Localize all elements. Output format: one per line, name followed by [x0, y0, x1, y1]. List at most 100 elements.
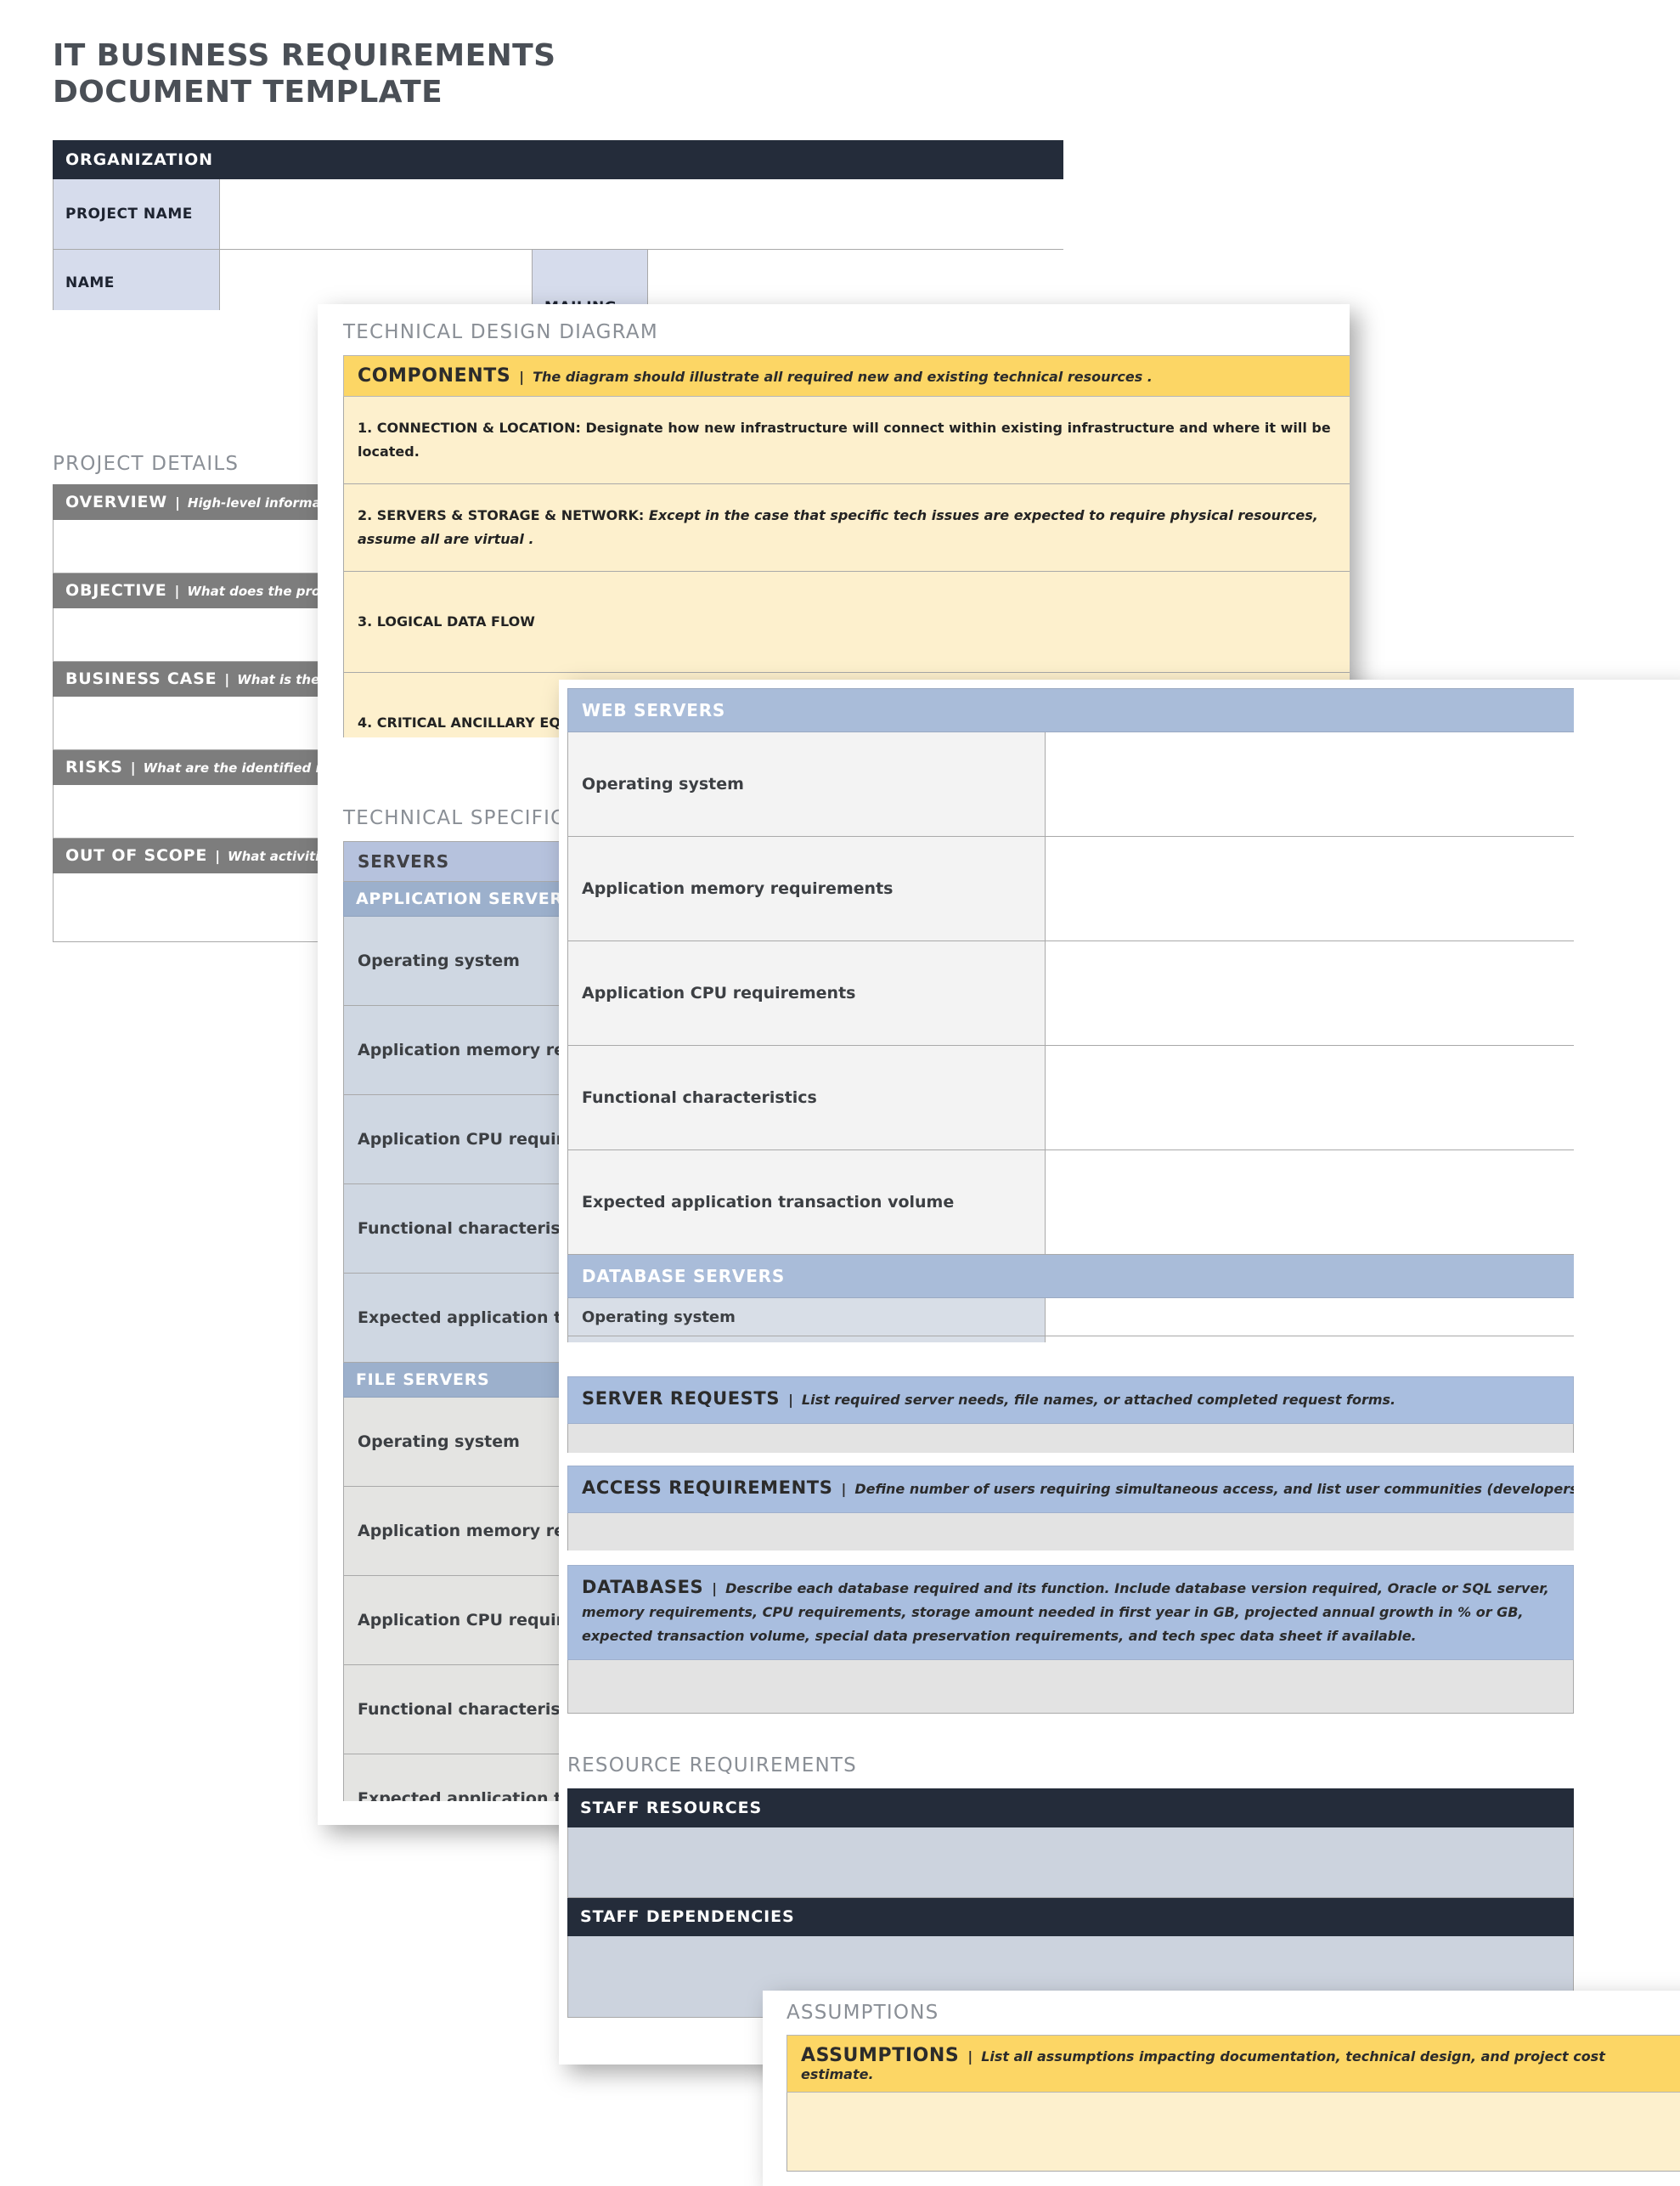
- databases-header: DATABASES|Describe each database require…: [568, 1566, 1574, 1660]
- web-server-row-value[interactable]: [1046, 1046, 1575, 1150]
- web-database-servers-table: WEB SERVERS Operating system Application…: [567, 688, 1574, 1342]
- assumptions-input[interactable]: [787, 2093, 1680, 2172]
- access-requirements-input[interactable]: [568, 1513, 1575, 1551]
- objective-label: OBJECTIVE: [65, 581, 167, 600]
- business-case-label: BUSINESS CASE: [65, 669, 217, 688]
- web-servers-header: WEB SERVERS: [568, 689, 1575, 732]
- mailing-address-input[interactable]: [648, 250, 1064, 311]
- separator: |: [123, 760, 144, 776]
- separator: |: [167, 583, 188, 599]
- risks-label: RISKS: [65, 758, 123, 777]
- assumptions-band: ASSUMPTIONS|List all assumptions impacti…: [787, 2036, 1680, 2093]
- project-name-label: PROJECT NAME: [54, 179, 220, 250]
- assumptions-heading: ASSUMPTIONS: [786, 2002, 939, 2024]
- table-row: NAME MAILING ADDRESS: [54, 250, 1064, 311]
- web-server-row-value[interactable]: [1046, 941, 1575, 1046]
- component-item-2-strong: 2. SERVERS & STORAGE & NETWORK:: [358, 507, 644, 523]
- access-requirements-label: ACCESS REQUIREMENTS: [582, 1477, 832, 1498]
- table-row: 3. LOGICAL DATA FLOW: [344, 572, 1350, 673]
- mailing-address-label: MAILING ADDRESS: [533, 250, 648, 311]
- component-item-3-strong: 3. LOGICAL DATA FLOW: [358, 613, 535, 630]
- table-row: 2. SERVERS & STORAGE & NETWORK: Except i…: [344, 484, 1350, 572]
- table-row: [568, 1660, 1574, 1714]
- table-row: ACCESS REQUIREMENTS|Define number of use…: [568, 1466, 1575, 1513]
- db-server-row-label: Application memory requirements: [568, 1336, 1046, 1343]
- assumptions-table: ASSUMPTIONS|List all assumptions impacti…: [786, 2035, 1680, 2179]
- separator: |: [780, 1392, 802, 1408]
- web-server-row-label: Operating system: [568, 732, 1046, 837]
- component-item-3: 3. LOGICAL DATA FLOW: [344, 572, 1350, 673]
- page-title: IT BUSINESS REQUIREMENTS DOCUMENT TEMPLA…: [53, 37, 664, 110]
- table-row: SERVER REQUESTS|List required server nee…: [568, 1377, 1574, 1424]
- separator: |: [510, 369, 533, 385]
- web-server-row-value[interactable]: [1046, 732, 1575, 837]
- table-row: COMPONENTS|The diagram should illustrate…: [344, 356, 1350, 397]
- organization-header: ORGANIZATION: [54, 141, 1064, 179]
- databases-hint: Describe each database required and its …: [582, 1580, 1549, 1644]
- databases-label: DATABASES: [582, 1577, 703, 1597]
- table-row: Application memory requirements: [568, 837, 1575, 941]
- technical-design-diagram-heading: TECHNICAL DESIGN DIAGRAM: [343, 321, 658, 343]
- component-item-1: 1. CONNECTION & LOCATION: Designate how …: [344, 397, 1350, 484]
- staff-resources-header: STAFF RESOURCES: [568, 1789, 1574, 1827]
- table-row: Application memory requirements: [568, 1336, 1575, 1343]
- access-requirements-hint: Define number of users requiring simulta…: [854, 1481, 1574, 1497]
- databases-input[interactable]: [568, 1660, 1574, 1714]
- table-row: DATABASE SERVERS: [568, 1255, 1575, 1298]
- server-requests-label: SERVER REQUESTS: [582, 1388, 780, 1409]
- table-row: STAFF DEPENDENCIES: [568, 1898, 1574, 1936]
- component-item-2: 2. SERVERS & STORAGE & NETWORK: Except i…: [344, 484, 1350, 572]
- name-label: NAME: [54, 250, 220, 311]
- table-row: Operating system: [568, 1298, 1575, 1336]
- separator: |: [959, 2048, 981, 2065]
- name-input[interactable]: [220, 250, 533, 311]
- table-row: Operating system: [568, 732, 1575, 837]
- server-requests-table: SERVER REQUESTS|List required server nee…: [567, 1376, 1574, 1453]
- project-name-input[interactable]: [220, 179, 1064, 250]
- table-row: ASSUMPTIONS|List all assumptions impacti…: [787, 2036, 1680, 2093]
- web-server-row-label: Functional characteristics: [568, 1046, 1046, 1150]
- table-row: Expected application transaction volume: [568, 1150, 1575, 1255]
- components-header: COMPONENTS|The diagram should illustrate…: [344, 356, 1350, 397]
- project-details-heading: PROJECT DETAILS: [53, 453, 239, 475]
- web-server-row-label: Application memory requirements: [568, 837, 1046, 941]
- table-row: [568, 1513, 1575, 1551]
- server-requests-header: SERVER REQUESTS|List required server nee…: [568, 1377, 1574, 1424]
- table-row: Application CPU requirements: [568, 941, 1575, 1046]
- components-hint: The diagram should illustrate all requir…: [533, 369, 1153, 385]
- resource-requirements-heading: RESOURCE REQUIREMENTS: [567, 1754, 857, 1776]
- db-server-row-label: Operating system: [568, 1298, 1046, 1336]
- web-server-row-label: Expected application transaction volume: [568, 1150, 1046, 1255]
- table-row: ORGANIZATION: [54, 141, 1064, 179]
- overview-label: OVERVIEW: [65, 493, 167, 511]
- table-row: PROJECT NAME: [54, 179, 1064, 250]
- server-specs-sheet: WEB SERVERS Operating system Application…: [559, 680, 1680, 2065]
- databases-table: DATABASES|Describe each database require…: [567, 1565, 1574, 1722]
- db-server-row-value[interactable]: [1046, 1336, 1575, 1343]
- staff-dependencies-header: STAFF DEPENDENCIES: [568, 1898, 1574, 1936]
- table-row: [787, 2093, 1680, 2172]
- table-row: Functional characteristics: [568, 1046, 1575, 1150]
- organization-section: ORGANIZATION PROJECT NAME NAME MAILING A…: [53, 140, 1063, 310]
- separator: |: [167, 494, 188, 511]
- table-row: [568, 1827, 1574, 1898]
- staff-resources-input[interactable]: [568, 1827, 1574, 1898]
- table-row: DATABASES|Describe each database require…: [568, 1566, 1574, 1660]
- server-requests-input[interactable]: [568, 1424, 1574, 1454]
- table-row: [568, 1424, 1574, 1454]
- components-label: COMPONENTS: [358, 365, 510, 387]
- web-server-row-value[interactable]: [1046, 1150, 1575, 1255]
- web-server-row-value[interactable]: [1046, 837, 1575, 941]
- separator: |: [832, 1481, 854, 1497]
- access-requirements-header: ACCESS REQUIREMENTS|Define number of use…: [568, 1466, 1575, 1513]
- table-row: 1. CONNECTION & LOCATION: Designate how …: [344, 397, 1350, 484]
- assumptions-label: ASSUMPTIONS: [801, 2045, 959, 2066]
- database-servers-header: DATABASE SERVERS: [568, 1255, 1575, 1298]
- separator: |: [217, 671, 237, 687]
- web-server-row-label: Application CPU requirements: [568, 941, 1046, 1046]
- table-row: WEB SERVERS: [568, 689, 1575, 732]
- db-server-row-value[interactable]: [1046, 1298, 1575, 1336]
- separator: |: [703, 1580, 725, 1596]
- server-requests-hint: List required server needs, file names, …: [802, 1392, 1395, 1408]
- out-of-scope-label: OUT OF SCOPE: [65, 846, 207, 865]
